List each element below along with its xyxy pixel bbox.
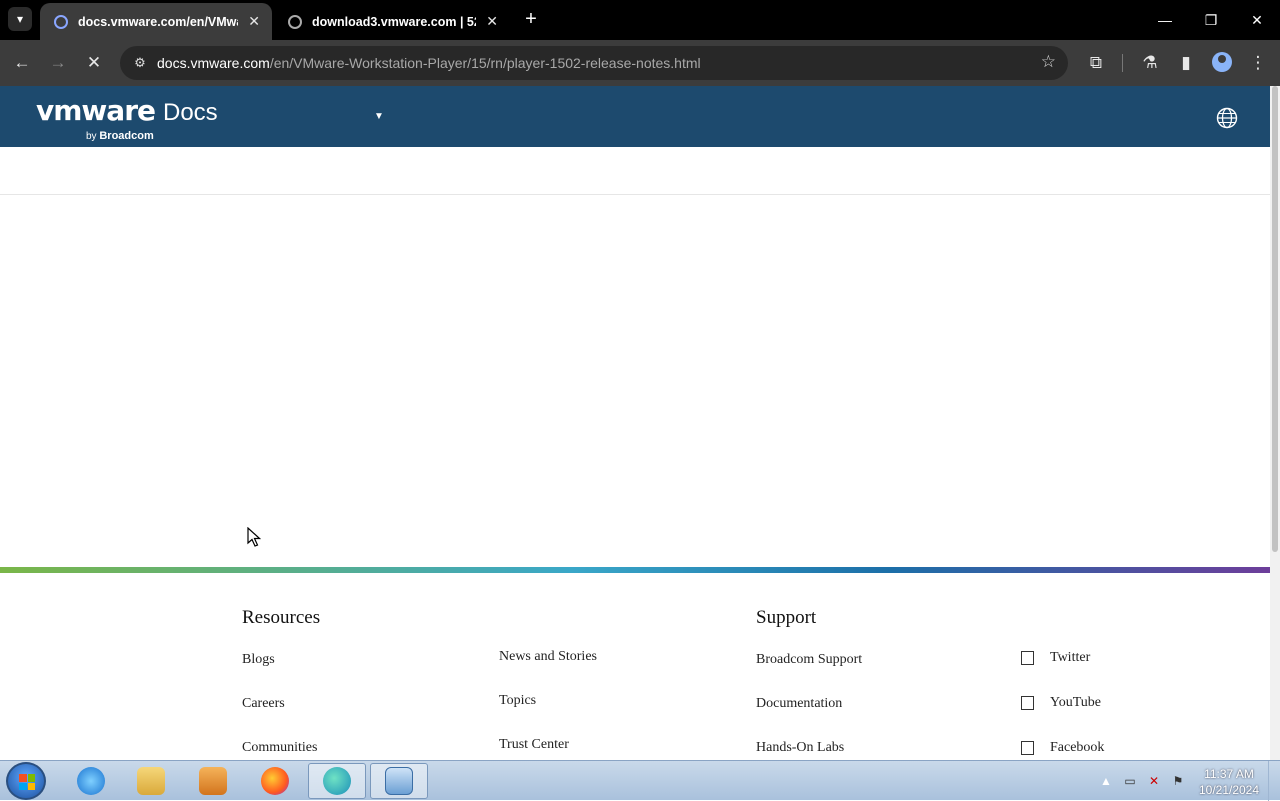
back-button[interactable]: ←	[8, 49, 36, 77]
scrollbar-thumb[interactable]	[1272, 86, 1278, 552]
close-tab-icon[interactable]: ✕	[486, 13, 498, 30]
restore-icon: ❐	[1204, 11, 1218, 28]
restore-button[interactable]: ❐	[1188, 0, 1234, 40]
profile-avatar[interactable]	[1212, 52, 1232, 72]
taskbar-file-explorer[interactable]	[122, 763, 180, 799]
close-tab-icon[interactable]: ✕	[248, 13, 260, 30]
forward-button[interactable]: →	[44, 49, 72, 77]
side-panel-button[interactable]: ▮	[1172, 49, 1200, 77]
site-header: vmware Docs by Broadcom ▼	[0, 86, 1270, 147]
footer-resources-heading: Resources	[242, 607, 321, 628]
firefox-icon	[261, 767, 289, 795]
stop-loading-button[interactable]: ✕	[80, 49, 108, 77]
media-player-icon	[199, 767, 227, 795]
url-host: docs.vmware.com	[157, 55, 270, 71]
taskbar-media-player[interactable]	[184, 763, 242, 799]
site-footer: Resources Blogs Careers Communities News…	[0, 573, 1270, 760]
footer-link-documentation[interactable]: Documentation	[756, 696, 842, 712]
action-center-flag-icon[interactable]: ⚑	[1170, 773, 1186, 789]
clock-time: 11:37 AM	[1204, 767, 1254, 781]
start-button[interactable]	[6, 762, 46, 800]
url-path: /en/VMware-Workstation-Player/15/rn/play…	[269, 55, 701, 71]
extensions-button[interactable]: ⧉	[1082, 49, 1110, 77]
arrow-right-icon: →	[49, 53, 67, 72]
product-dropdown-caret-icon[interactable]: ▼	[374, 111, 384, 122]
mouse-pointer-icon	[247, 527, 261, 547]
footer-support-heading: Support	[756, 607, 817, 628]
logo-byline: by Broadcom	[86, 130, 154, 142]
close-icon: ✕	[1251, 11, 1263, 28]
side-panel-icon: ▮	[1181, 53, 1191, 72]
windows-logo-icon	[19, 774, 35, 790]
social-label: Facebook	[1050, 740, 1105, 755]
labs-button[interactable]: ⚗	[1136, 49, 1164, 77]
system-clock[interactable]: 11:37 AM 10/21/2024	[1196, 766, 1262, 798]
logo-product: Docs	[163, 99, 218, 126]
folder-icon	[137, 767, 165, 795]
page-scrollbar[interactable]	[1270, 86, 1280, 760]
url-text[interactable]: docs.vmware.com/en/VMware-Workstation-Pl…	[157, 55, 701, 71]
footer-link-careers[interactable]: Careers	[242, 696, 285, 712]
taskbar-control-panel[interactable]	[370, 763, 428, 799]
footer-link-trust-center[interactable]: Trust Center	[499, 737, 569, 753]
browser-toolbar: ← → ✕ ⚙ docs.vmware.com/en/VMware-Workst…	[0, 40, 1280, 86]
footer-social-facebook[interactable]: Facebook	[1021, 740, 1104, 756]
taskbar-firefox[interactable]	[246, 763, 304, 799]
footer-link-topics[interactable]: Topics	[499, 693, 536, 709]
site-info-icon[interactable]: ⚙	[130, 53, 150, 73]
network-icon[interactable]: ▭	[1122, 773, 1138, 789]
puzzle-icon: ⧉	[1089, 53, 1103, 72]
youtube-icon	[1021, 696, 1034, 710]
globe-favicon-icon	[288, 14, 302, 29]
social-label: Twitter	[1050, 650, 1091, 665]
footer-link-blogs[interactable]: Blogs	[242, 652, 275, 668]
edge-icon	[323, 767, 351, 795]
tab-download3-vmware[interactable]: download3.vmware.com | 522 ✕	[274, 3, 510, 40]
vmware-favicon-icon	[54, 14, 68, 29]
close-window-button[interactable]: ✕	[1234, 0, 1280, 40]
footer-social-twitter[interactable]: Twitter	[1021, 650, 1090, 666]
windows-taskbar: ▲ ▭ ✕ ⚑ 11:37 AM 10/21/2024	[0, 760, 1280, 801]
new-tab-button[interactable]: +	[520, 8, 542, 30]
footer-link-broadcom-support[interactable]: Broadcom Support	[756, 652, 862, 668]
logo-company: Broadcom	[99, 130, 154, 142]
taskbar-internet-explorer[interactable]	[62, 763, 120, 799]
show-hidden-icons-icon[interactable]: ▲	[1098, 773, 1114, 789]
footer-social-youtube[interactable]: YouTube	[1021, 695, 1101, 711]
footer-link-news-and-stories[interactable]: News and Stories	[499, 649, 597, 665]
social-label: YouTube	[1050, 695, 1101, 710]
bookmark-star-icon[interactable]: ☆	[1041, 52, 1056, 72]
close-icon: ✕	[86, 53, 102, 72]
page-subheader	[0, 147, 1270, 195]
tab-search-button[interactable]: ▾	[8, 7, 32, 31]
control-panel-icon	[385, 767, 413, 795]
language-globe-icon[interactable]	[1216, 107, 1238, 129]
show-desktop-button[interactable]	[1268, 761, 1280, 801]
twitter-icon	[1021, 651, 1034, 665]
toolbar-divider	[1122, 54, 1123, 72]
tab-title: docs.vmware.com/en/VMware	[78, 14, 239, 29]
browser-menu-button[interactable]: ⋮	[1244, 49, 1272, 77]
page-viewport: vmware Docs by Broadcom ▼ Resources Blogs…	[0, 86, 1270, 760]
vmware-docs-logo[interactable]: vmware Docs by Broadcom	[36, 94, 218, 142]
kebab-menu-icon: ⋮	[1249, 53, 1267, 72]
browser-tab-strip: ▾ docs.vmware.com/en/VMware ✕ download3.…	[0, 0, 1280, 40]
internet-explorer-icon	[77, 767, 105, 795]
footer-link-communities[interactable]: Communities	[242, 740, 317, 756]
facebook-icon	[1021, 741, 1034, 755]
clock-date: 10/21/2024	[1198, 783, 1260, 797]
flask-icon: ⚗	[1142, 53, 1158, 72]
tab-title: download3.vmware.com | 522	[312, 14, 477, 29]
logo-brand: vmware	[36, 94, 156, 127]
tab-docs-vmware[interactable]: docs.vmware.com/en/VMware ✕	[40, 3, 272, 40]
arrow-left-icon: ←	[13, 53, 31, 72]
logo-by: by	[86, 131, 97, 142]
footer-link-hands-on-labs[interactable]: Hands-On Labs	[756, 740, 844, 756]
taskbar-edge-browser[interactable]	[308, 763, 366, 799]
address-bar[interactable]: ⚙ docs.vmware.com/en/VMware-Workstation-…	[120, 46, 1068, 80]
chevron-down-icon: ▾	[16, 12, 24, 26]
minimize-icon: —	[1158, 12, 1172, 28]
volume-muted-icon[interactable]: ✕	[1146, 773, 1162, 789]
minimize-button[interactable]: —	[1142, 0, 1188, 40]
